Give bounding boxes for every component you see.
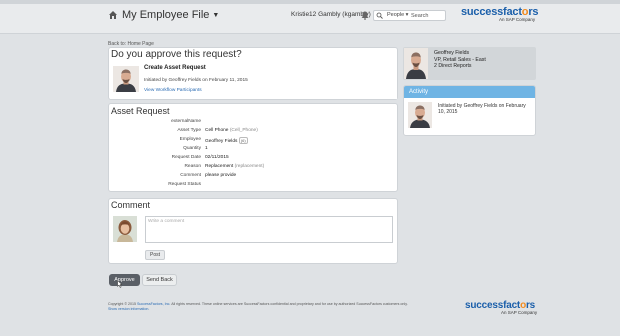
field-row: Request Date 02/11/2015 [109, 155, 399, 163]
field-row: Comment please provide [109, 173, 399, 181]
search-scope-select[interactable]: People ▾ [387, 12, 408, 18]
profile-direct-reports[interactable]: 2 Direct Reports [434, 63, 471, 69]
profile-name: Geoffrey Fields [434, 50, 470, 56]
user-name-label: Kristie12 Gambly (kgambly) [291, 11, 371, 18]
search-icon[interactable] [376, 12, 383, 19]
request-summary-card: Create Asset Request Initiated by Geoffr… [110, 61, 397, 99]
field-row: Reason Replacement (replacement) [109, 164, 399, 172]
field-label: Employee [179, 137, 201, 142]
employee-id-badge[interactable]: (6) [238, 137, 248, 144]
avatar [404, 48, 428, 79]
approve-button[interactable]: Approve [109, 274, 140, 286]
brand-subtitle: An SAP Company [501, 310, 538, 315]
request-name: Create Asset Request [144, 65, 206, 71]
field-row: Quantity 1 [109, 146, 399, 154]
module-switcher[interactable]: My Employee File ▼ [122, 9, 219, 21]
field-label: Request Status [168, 182, 201, 187]
successfactors-logo[interactable]: successfactors An SAP Company [461, 6, 539, 22]
initiated-by-text: Initiated by Geoffrey Fields on February… [144, 78, 248, 83]
activity-panel: Activity Initiated by Geoffrey Fields on… [403, 85, 536, 136]
comment-title: Comment [111, 200, 151, 210]
avatar [408, 102, 432, 128]
asset-request-title: Asset Request [111, 106, 170, 116]
search-box: People ▾ [373, 10, 446, 21]
view-workflow-participants-link[interactable]: View Workflow Participants [144, 88, 202, 93]
mouse-cursor-icon [117, 280, 123, 288]
chevron-down-icon: ▼ [212, 11, 220, 19]
top-strip [0, 0, 620, 4]
field-label: Request Date [171, 155, 201, 160]
search-scope-label: People [387, 12, 405, 18]
module-title-label: My Employee File [122, 9, 210, 21]
avatar [113, 216, 137, 242]
successfactors-footer-logo: successfactors An SAP Company [465, 300, 537, 315]
field-value: Replacement (replacement) [205, 164, 265, 169]
home-icon[interactable] [108, 10, 118, 20]
asset-request-panel: Asset Request externalName Asset Type Ce… [108, 103, 398, 192]
field-value: please provide [205, 173, 237, 178]
post-button[interactable]: Post [145, 250, 165, 260]
field-label: externalName [171, 119, 201, 124]
footer-copyright: Copyright © 2015 SuccessFactors, Inc. Al… [108, 302, 408, 311]
comment-input[interactable] [145, 216, 393, 243]
field-value: 1 [205, 146, 208, 151]
field-label: Reason [184, 164, 201, 169]
field-value: Cell Phone (Cell_Phone) [205, 128, 258, 133]
field-row: Employee Geoffrey Fields (6) [109, 137, 399, 145]
comment-panel: Comment Post [108, 198, 398, 264]
field-row: Asset Type Cell Phone (Cell_Phone) [109, 128, 399, 136]
bell-icon[interactable] [361, 11, 369, 20]
brand-subtitle: An SAP Company [499, 17, 536, 22]
send-back-button[interactable]: Send Back [142, 274, 177, 286]
employee-profile-card[interactable]: Geoffrey Fields VP, Retail Sales - East … [403, 47, 536, 80]
field-value: Geoffrey Fields (6) [205, 137, 248, 144]
activity-entry-text: Initiated by Geoffrey Fields on February… [438, 103, 526, 116]
field-row: Request Status [109, 182, 399, 190]
approval-panel: Do you approve this request? Create Asse… [108, 47, 398, 100]
field-label: Quantity [183, 146, 201, 151]
approval-title: Do you approve this request? [111, 49, 242, 60]
company-link[interactable]: SuccessFactors, Inc. [137, 302, 170, 306]
field-value: 02/11/2015 [205, 155, 229, 160]
search-input[interactable] [411, 11, 445, 20]
avatar [113, 66, 139, 92]
field-label: Comment [180, 173, 201, 178]
field-row: externalName [109, 119, 399, 127]
field-label: Asset Type [177, 128, 201, 133]
activity-title: Activity [404, 86, 535, 98]
show-version-link[interactable]: Show version information. [108, 307, 149, 311]
